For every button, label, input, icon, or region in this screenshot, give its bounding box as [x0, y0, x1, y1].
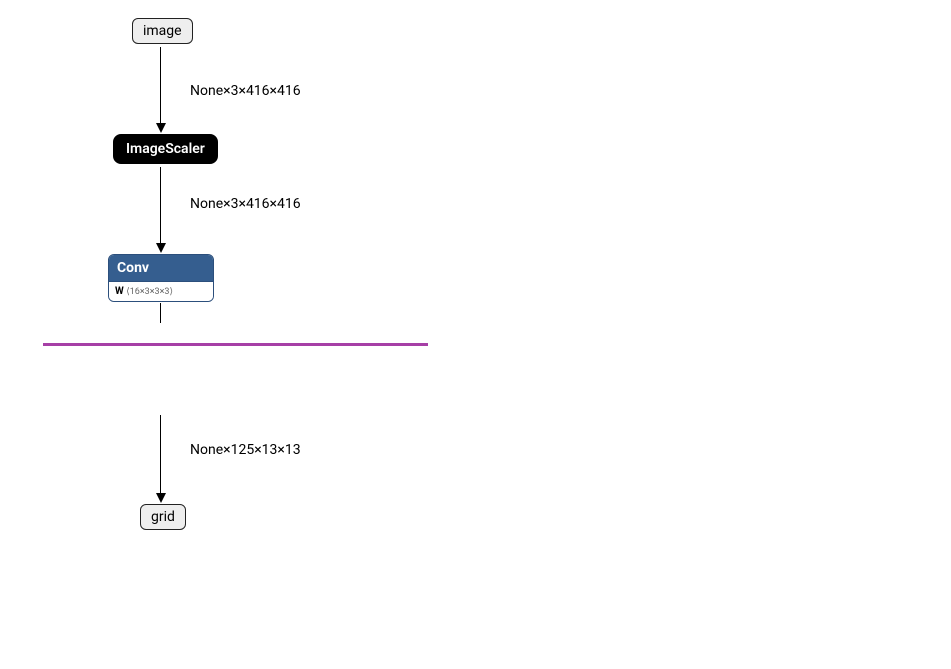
edge-1-label: None×3×416×416 — [190, 83, 301, 99]
input-node-label: image — [143, 23, 182, 39]
edge-2-arrowhead — [156, 243, 166, 253]
conv-param-dims: ⟨16×3×3×3⟩ — [126, 287, 173, 297]
edge-1-line — [160, 47, 161, 125]
output-node-grid[interactable]: grid — [140, 504, 186, 530]
conv-node-params: W ⟨16×3×3×3⟩ — [109, 282, 213, 301]
edge-2-label: None×3×416×416 — [190, 196, 301, 212]
op-node-label: ImageScaler — [126, 141, 205, 157]
edge-1-arrowhead — [156, 123, 166, 133]
op-node-imagescaler[interactable]: ImageScaler — [113, 134, 218, 164]
section-divider — [43, 343, 428, 346]
conv-node-title: Conv — [109, 255, 213, 282]
edge-3-label: None×125×13×13 — [190, 442, 301, 458]
edge-3-arrowhead — [156, 493, 166, 503]
input-node-image[interactable]: image — [132, 18, 193, 44]
op-node-conv[interactable]: Conv W ⟨16×3×3×3⟩ — [108, 254, 214, 302]
edge-3-line — [160, 415, 161, 495]
edge-2-line — [160, 167, 161, 245]
conv-param-name: W — [115, 286, 124, 297]
edge-conv-out-line — [160, 303, 161, 323]
output-node-label: grid — [151, 509, 175, 525]
